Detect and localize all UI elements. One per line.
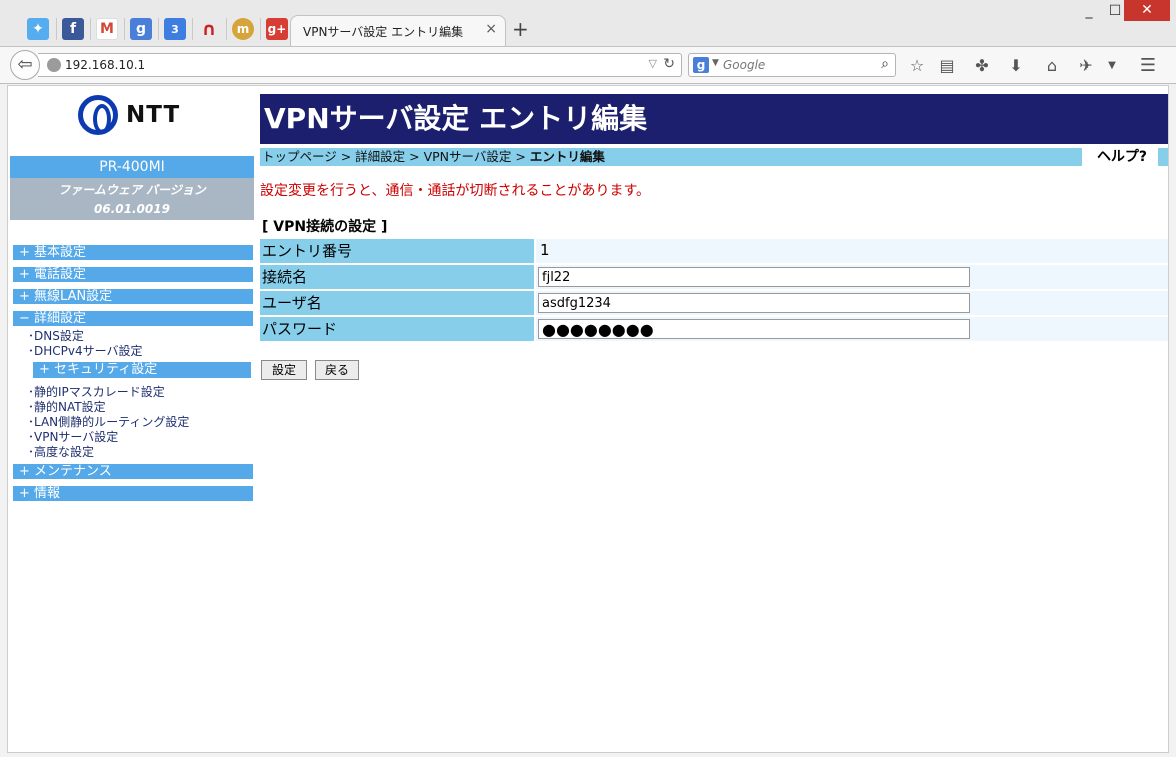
password-cell bbox=[536, 317, 1168, 341]
window-close-button[interactable]: ✕ bbox=[1124, 0, 1170, 21]
menu-wireless-lan-settings[interactable]: + 無線LAN設定 bbox=[13, 289, 253, 304]
tab-separator bbox=[226, 18, 227, 40]
menu-icon[interactable]: ☰ bbox=[1136, 56, 1160, 78]
google-icon[interactable]: g bbox=[130, 18, 152, 40]
connection-name-cell bbox=[536, 265, 1168, 289]
search-engine-dropdown-icon[interactable]: ▼ bbox=[712, 58, 719, 68]
menu-item-dns[interactable]: ･DNS設定 bbox=[28, 329, 84, 344]
google-plus-icon[interactable]: g+ bbox=[266, 18, 288, 40]
warning-message: 設定変更を行うと、通信・通話が切断されることがあります。 bbox=[260, 183, 651, 199]
model-name: PR-400MI bbox=[10, 156, 254, 178]
tab-title: VPNサーバ設定 エントリ編集 bbox=[303, 25, 464, 39]
password-label: パスワード bbox=[260, 317, 534, 341]
menu-item-static-ip-masquerade[interactable]: ･静的IPマスカレード設定 bbox=[28, 385, 165, 400]
tab-separator bbox=[192, 18, 193, 40]
addon-dropdown-icon[interactable]: ▼ bbox=[1100, 56, 1124, 78]
url-bar[interactable]: 192.168.10.1 ▽ ↻ bbox=[38, 53, 682, 77]
tab-separator bbox=[260, 18, 261, 40]
ntt-logo[interactable]: NTT bbox=[78, 94, 180, 136]
breadcrumb: トップページ > 詳細設定 > VPNサーバ設定 > エントリ編集 bbox=[260, 148, 1082, 166]
tab-bar: ✦ f M g 3 ∩ m g+ VPNサーバ設定 エントリ編集 × + _ ☐… bbox=[0, 0, 1176, 46]
close-tab-icon[interactable]: × bbox=[485, 21, 497, 37]
globe-icon bbox=[47, 58, 61, 72]
entry-number-value: 1 bbox=[540, 241, 550, 259]
tab-separator bbox=[158, 18, 159, 40]
menu-basic-settings[interactable]: + 基本設定 bbox=[13, 245, 253, 260]
history-dropdown-icon[interactable]: ▽ bbox=[649, 57, 657, 70]
twitter-icon[interactable]: ✦ bbox=[27, 18, 49, 40]
tab-separator bbox=[56, 18, 57, 40]
password-row: パスワード bbox=[260, 317, 1168, 341]
calendar-icon[interactable]: 3 bbox=[164, 18, 186, 40]
entry-number-label: エントリ番号 bbox=[260, 239, 534, 263]
gmail-icon[interactable]: M bbox=[96, 18, 118, 40]
arc-icon[interactable]: ∩ bbox=[198, 18, 220, 40]
breadcrumb-path[interactable]: トップページ > 詳細設定 > VPNサーバ設定 > bbox=[262, 149, 530, 164]
section-title: [ VPN接続の設定 ] bbox=[262, 219, 388, 235]
google-search-engine-icon[interactable]: g bbox=[693, 57, 709, 73]
back-page-button[interactable]: 戻る bbox=[315, 360, 359, 380]
menu-item-lan-static-routing[interactable]: ･LAN側静的ルーティング設定 bbox=[28, 415, 189, 430]
username-label: ユーザ名 bbox=[260, 291, 534, 315]
page-viewport: NTT PR-400MI ファームウェア バージョン 06.01.0019 + … bbox=[7, 85, 1169, 753]
search-input[interactable]: Google bbox=[723, 58, 765, 72]
menu-advanced-settings[interactable]: − 詳細設定 bbox=[13, 311, 253, 326]
entry-number-cell: 1 bbox=[536, 239, 1168, 263]
help-bar-edge bbox=[1158, 148, 1168, 166]
menu-security-settings[interactable]: + セキュリティ設定 bbox=[33, 362, 251, 378]
menu-information[interactable]: + 情報 bbox=[13, 486, 253, 501]
page-title: VPNサーバ設定 エントリ編集 bbox=[260, 94, 1168, 144]
menu-item-dhcpv4[interactable]: ･DHCPv4サーバ設定 bbox=[28, 344, 143, 359]
ntt-logo-text: NTT bbox=[126, 102, 181, 128]
connection-name-label: 接続名 bbox=[260, 265, 534, 289]
username-cell bbox=[536, 291, 1168, 315]
tab-separator bbox=[90, 18, 91, 40]
firmware-info: ファームウェア バージョン 06.01.0019 bbox=[10, 178, 254, 220]
url-text[interactable]: 192.168.10.1 bbox=[65, 58, 145, 72]
addon-icon[interactable]: ✈ bbox=[1074, 56, 1098, 78]
home-icon[interactable]: ⌂ bbox=[1040, 56, 1064, 78]
menu-item-static-nat[interactable]: ･静的NAT設定 bbox=[28, 400, 106, 415]
tab-vpn-settings[interactable]: VPNサーバ設定 エントリ編集 × bbox=[290, 15, 506, 46]
username-row: ユーザ名 bbox=[260, 291, 1168, 315]
menu-phone-settings[interactable]: + 電話設定 bbox=[13, 267, 253, 282]
username-input[interactable] bbox=[538, 293, 970, 313]
menu-item-vpn-server[interactable]: ･VPNサーバ設定 bbox=[28, 430, 118, 445]
firmware-label: ファームウェア バージョン bbox=[58, 183, 206, 197]
back-arrow-icon: ⇦ bbox=[17, 54, 33, 75]
set-button[interactable]: 設定 bbox=[261, 360, 307, 380]
menu-maintenance[interactable]: + メンテナンス bbox=[13, 464, 253, 479]
connection-name-input[interactable] bbox=[538, 267, 970, 287]
mixi-icon[interactable]: m bbox=[232, 18, 254, 40]
help-link[interactable]: ヘルプ? bbox=[1086, 148, 1158, 166]
search-bar[interactable]: g ▼ Google ⌕ bbox=[688, 53, 896, 77]
reload-icon[interactable]: ↻ bbox=[663, 56, 675, 72]
sync-icon[interactable]: ✤ bbox=[970, 56, 994, 78]
menu-item-advanced[interactable]: ･高度な設定 bbox=[28, 445, 94, 460]
password-input[interactable] bbox=[538, 319, 970, 339]
connection-name-row: 接続名 bbox=[260, 265, 1168, 289]
facebook-icon[interactable]: f bbox=[62, 18, 84, 40]
ntt-logo-icon bbox=[78, 95, 118, 135]
entry-number-row: エントリ番号 1 bbox=[260, 239, 1168, 263]
breadcrumb-current: エントリ編集 bbox=[529, 149, 605, 164]
back-button[interactable]: ⇦ bbox=[10, 50, 40, 80]
download-icon[interactable]: ⬇ bbox=[1004, 56, 1028, 78]
bookmarks-list-icon[interactable]: ▤ bbox=[935, 56, 959, 78]
magnifier-icon[interactable]: ⌕ bbox=[881, 56, 889, 72]
navigation-toolbar: 192.168.10.1 ▽ ↻ ⇦ g ▼ Google ⌕ ☆ ▤ ✤ ⬇ … bbox=[0, 46, 1176, 84]
bookmark-star-icon[interactable]: ☆ bbox=[905, 56, 929, 78]
new-tab-button[interactable]: + bbox=[512, 18, 529, 40]
firmware-version: 06.01.0019 bbox=[94, 202, 170, 216]
tab-separator bbox=[124, 18, 125, 40]
